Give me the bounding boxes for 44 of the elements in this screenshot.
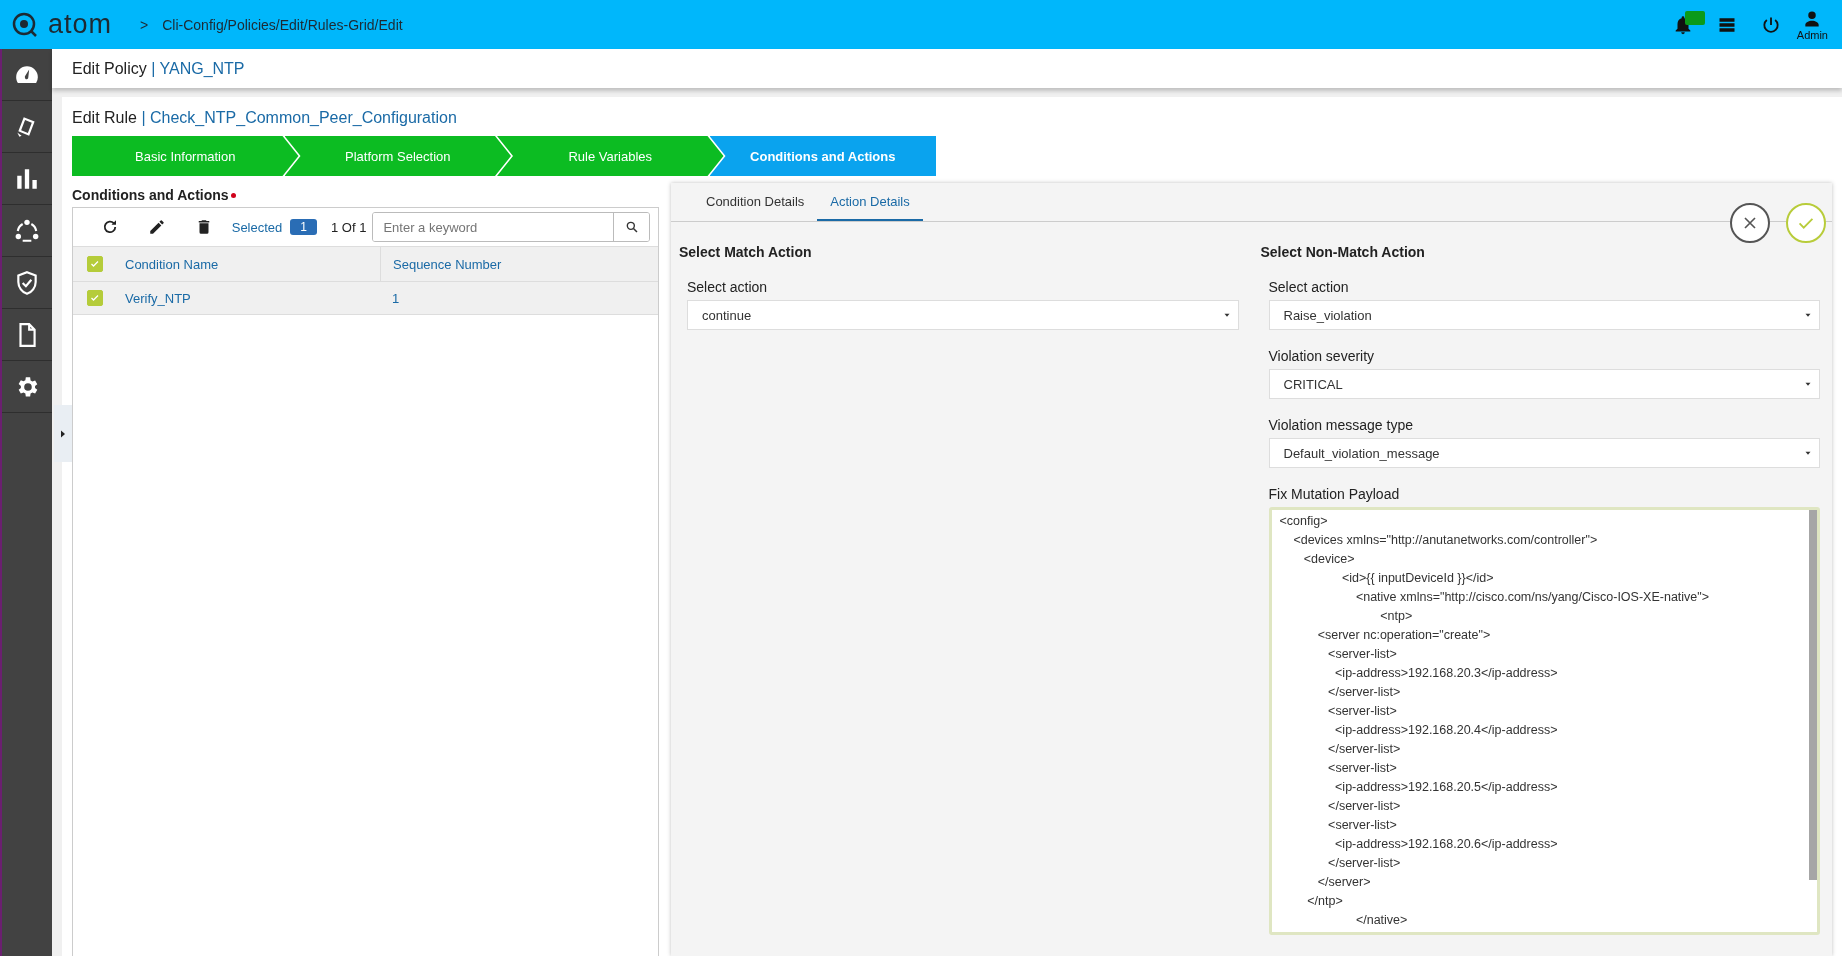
page-count: 1 Of 1 (331, 219, 367, 235)
field-label: Select action (1268, 279, 1350, 295)
section-heading: Select Match Action (679, 244, 813, 260)
select-field[interactable]: Raise_violation (1268, 300, 1820, 330)
field-label: Violation message type (1268, 417, 1414, 433)
select-field[interactable]: CRITICAL (1268, 369, 1820, 399)
pencil-icon (148, 218, 167, 236)
selected-label: Selected (231, 219, 283, 235)
field-label: Select action (687, 279, 769, 295)
tab[interactable]: Action Details (817, 183, 923, 221)
selected-count: 1 (290, 219, 317, 235)
wizard-step[interactable]: Conditions and Actions (709, 136, 936, 176)
select-field[interactable]: Default_violation_message (1268, 438, 1820, 468)
scrollbar[interactable] (1809, 510, 1817, 880)
logo-icon (12, 11, 38, 38)
table-cell-text: Verify_NTP (124, 290, 192, 306)
payload-field[interactable]: <config> <devices xmlns="http://anutanetworks.com/controller"> <device> <id>{{ inputDeviceId }}</id> <native xmlns="http://cisco.com/ns/yang/Cisco-IOS-XE-native"> <ntp> <server nc:operation="create"> <server-list> <ip-address>192.168.20.3</ip-address> </server-list> <server-list> <ip-address>192.168.20.4</ip-address> </server-list> <server-list> <ip-address>192.168.20.5</ip-address> </server-list> <server-list> <ip-address>192.168.20.6</ip-address> </server-list> </server> </ntp> </native> (1268, 507, 1820, 935)
breadcrumb-separator: > (140, 16, 149, 33)
breadcrumb: Cli-Config/Policies/Edit/Rules-Grid/Edit (162, 16, 403, 33)
field-label: Fix Mutation Payload (1268, 486, 1401, 502)
table-row[interactable]: Verify_NTP 1 (73, 282, 658, 315)
column-header[interactable]: Sequence Number (380, 247, 658, 281)
user-menu[interactable]: Admin (1792, 8, 1832, 41)
rule-title: Edit Rule | Check_NTP_Common_Peer_Configuration (72, 109, 458, 127)
select-field[interactable]: continue (687, 300, 1239, 330)
table-cell-text: 1 (391, 290, 401, 306)
check-icon (89, 292, 101, 304)
row-checkbox[interactable] (87, 290, 103, 306)
shield-icon (14, 269, 40, 296)
notification-badge (1684, 10, 1705, 25)
search-field[interactable]: Enter a keyword (372, 212, 650, 242)
section-heading: Select Non-Match Action (1260, 244, 1426, 260)
search-button[interactable] (613, 213, 649, 241)
page-title: Edit Policy | YANG_NTP (72, 59, 245, 78)
tab[interactable]: Condition Details (693, 183, 818, 221)
logo-text: atom (48, 9, 113, 40)
select-all-checkbox[interactable] (87, 256, 103, 272)
cancel-button[interactable] (1730, 203, 1770, 243)
search-icon (624, 220, 639, 234)
field-label: Violation severity (1268, 348, 1376, 364)
column-header[interactable]: Condition Name (121, 247, 380, 281)
network-icon (14, 217, 40, 244)
check-icon (89, 258, 101, 270)
section-title: Conditions and Actions (72, 187, 229, 203)
